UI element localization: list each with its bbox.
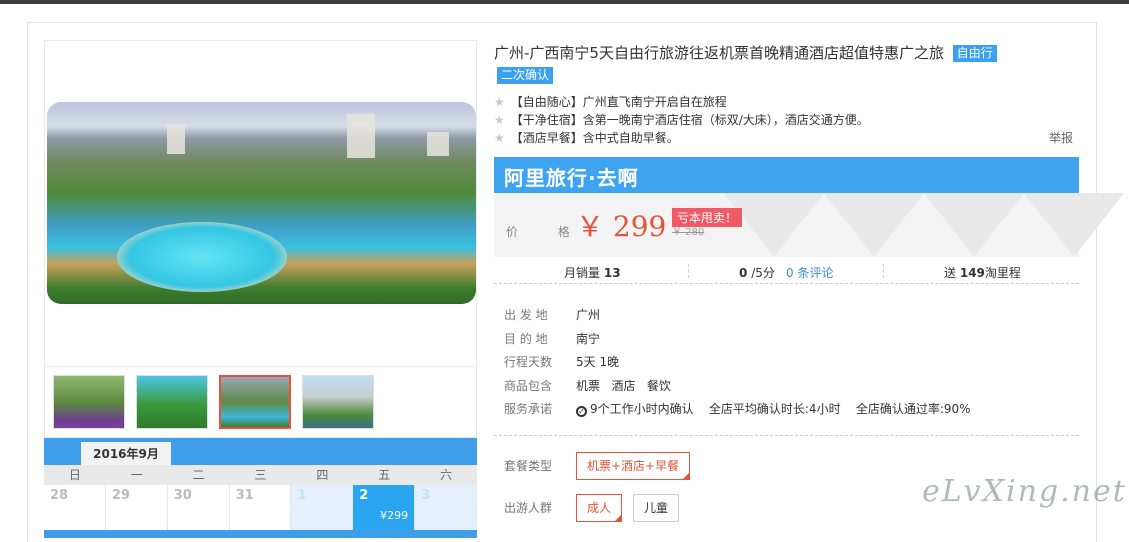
tag-badge: 自由行 bbox=[952, 45, 997, 62]
star-icon: ★ bbox=[494, 131, 505, 145]
info-label: 行程天数 bbox=[504, 355, 553, 369]
building-shape bbox=[167, 124, 185, 154]
product-title: 广州-广西南宁5天自由行旅游往返机票首晚精通酒店超值特惠广之旅 自由行 二次确认 bbox=[494, 42, 1054, 86]
brand-bar: 阿里旅行·去啊 bbox=[494, 157, 1079, 193]
calendar-week-row: 28 29 30 31 1 2 ¥299 3 bbox=[44, 485, 478, 530]
info-label: 商品包含 bbox=[504, 379, 553, 393]
sales-value: 13 bbox=[603, 266, 621, 280]
points-value: 149 bbox=[959, 266, 985, 280]
calendar-month[interactable]: 2016年9月 bbox=[81, 442, 171, 466]
title-text: 广州-广西南宁5天自由行旅游往返机票首晚精通酒店超值特惠广之旅 bbox=[494, 44, 944, 62]
calendar-day-price: ¥299 bbox=[380, 509, 409, 522]
weekday-label: 三 bbox=[254, 468, 267, 482]
reviews-link[interactable]: 0 条评论 bbox=[786, 264, 833, 281]
info-value: 广州 bbox=[576, 308, 601, 322]
monthly-sales: 月销量 13 bbox=[564, 264, 621, 281]
top-bar bbox=[0, 0, 1129, 4]
travelers-label: 出游人群 bbox=[504, 501, 553, 515]
info-value: ✓ 9个工作小时内确认 全店平均确认时长:4小时 全店确认通过率:90% bbox=[576, 400, 971, 417]
bg-triangle bbox=[824, 193, 924, 257]
info-label: 服务承诺 bbox=[504, 402, 553, 416]
feature-item: ★ 【酒店早餐】含中式自助早餐。 bbox=[494, 130, 679, 147]
report-link[interactable]: 举报 bbox=[1049, 129, 1073, 146]
calendar-day[interactable]: 3 bbox=[415, 485, 478, 530]
rating-value: 0 bbox=[739, 266, 748, 280]
package-type-label: 套餐类型 bbox=[504, 459, 553, 473]
weekday-label: 二 bbox=[192, 468, 205, 482]
price-value: ￥ 299 bbox=[576, 210, 667, 243]
calendar-day: 30 bbox=[168, 485, 230, 530]
bg-triangle bbox=[924, 193, 1024, 257]
calendar-day-selected[interactable]: 2 ¥299 bbox=[353, 485, 416, 530]
points-reward: 送 149淘里程 bbox=[944, 264, 1021, 281]
divider bbox=[688, 264, 689, 278]
info-row-service: 服务承诺 ✓ 9个工作小时内确认 全店平均确认时长:4小时 全店确认通过率:90% bbox=[504, 400, 971, 417]
weekday-label: 日 bbox=[68, 468, 81, 482]
thumbnail-4[interactable] bbox=[302, 375, 374, 429]
weekday-label: 四 bbox=[316, 468, 329, 482]
star-icon: ★ bbox=[494, 113, 505, 127]
star-icon: ★ bbox=[494, 95, 505, 109]
feature-item: ★ 【干净住宿】含第一晚南宁酒店住宿（标双/大床），酒店交通方便。 bbox=[494, 112, 869, 129]
original-price: ￥ 280 bbox=[672, 227, 705, 238]
service-text: 9个工作小时内确认 全店平均确认时长:4小时 全店确认通过率:90% bbox=[590, 402, 971, 416]
calendar-day: 31 bbox=[230, 485, 292, 530]
info-label: 出 发 地 bbox=[504, 308, 548, 322]
info-row-destination: 目 的 地 南宁 bbox=[504, 330, 600, 347]
divider bbox=[883, 264, 884, 278]
calendar-weekday-header: 日 一 二 三 四 五 六 bbox=[44, 465, 477, 485]
check-circle-icon: ✓ bbox=[576, 406, 587, 417]
info-row-duration: 行程天数 5天 1晚 bbox=[504, 353, 619, 370]
weekday-label: 五 bbox=[378, 468, 391, 482]
bg-triangle bbox=[1024, 193, 1124, 257]
date-calendar: 2016年9月 日 一 二 三 四 五 六 28 29 30 31 1 2 ¥29… bbox=[44, 438, 478, 538]
watermark: eLvXing.net bbox=[922, 474, 1127, 509]
main-product-image[interactable] bbox=[47, 102, 476, 304]
info-value: 5天 1晚 bbox=[576, 355, 620, 369]
traveler-option-adult[interactable]: 成人 bbox=[576, 494, 623, 522]
tag-badge: 二次确认 bbox=[497, 67, 554, 84]
building-shape bbox=[427, 132, 449, 156]
info-value: 南宁 bbox=[576, 332, 601, 346]
points-prefix: 送 bbox=[944, 266, 957, 280]
rating: 0 /5分 bbox=[739, 264, 775, 281]
building-shape bbox=[347, 114, 375, 158]
package-option-selected[interactable]: 机票+酒店+早餐 bbox=[576, 452, 691, 480]
info-label: 目 的 地 bbox=[504, 332, 548, 346]
weekday-label: 一 bbox=[130, 468, 143, 482]
sales-stats: 月销量 13 0 /5分 0 条评论 送 149淘里程 bbox=[494, 258, 1079, 284]
feature-text: 【酒店早餐】含中式自助早餐。 bbox=[510, 131, 679, 145]
info-value: 机票 酒店 餐饮 bbox=[576, 379, 671, 393]
weekday-label: 六 bbox=[440, 468, 453, 482]
calendar-day-number: 2 bbox=[359, 488, 369, 503]
calendar-day[interactable]: 1 bbox=[291, 485, 354, 530]
calendar-day: 28 bbox=[44, 485, 106, 530]
thumbnail-2[interactable] bbox=[136, 375, 208, 429]
feature-item: ★ 【自由随心】广州直飞南宁开启自在旅程 bbox=[494, 94, 727, 111]
calendar-day: 29 bbox=[106, 485, 168, 530]
rating-suffix: /5分 bbox=[751, 266, 775, 280]
divider bbox=[494, 435, 1079, 436]
pool-shape bbox=[117, 222, 287, 292]
feature-text: 【干净住宿】含第一晚南宁酒店住宿（标双/大床），酒店交通方便。 bbox=[510, 113, 869, 127]
thumbnail-strip bbox=[44, 366, 477, 436]
info-row-includes: 商品包含 机票 酒店 餐饮 bbox=[504, 377, 671, 394]
feature-text: 【自由随心】广州直飞南宁开启自在旅程 bbox=[510, 95, 727, 109]
points-suffix: 淘里程 bbox=[984, 266, 1021, 280]
sales-label: 月销量 bbox=[564, 266, 601, 280]
traveler-option-child[interactable]: 儿童 bbox=[633, 494, 680, 522]
thumbnail-1[interactable] bbox=[53, 375, 125, 429]
thumbnail-3[interactable] bbox=[219, 375, 291, 429]
price-box: 阿里旅行·去啊 价 格 ￥ 299 亏本甩卖！ ￥ 280 bbox=[494, 157, 1124, 257]
info-row-departure: 出 发 地 广州 bbox=[504, 306, 600, 323]
brand-logo-text: 阿里旅行·去啊 bbox=[504, 166, 639, 190]
